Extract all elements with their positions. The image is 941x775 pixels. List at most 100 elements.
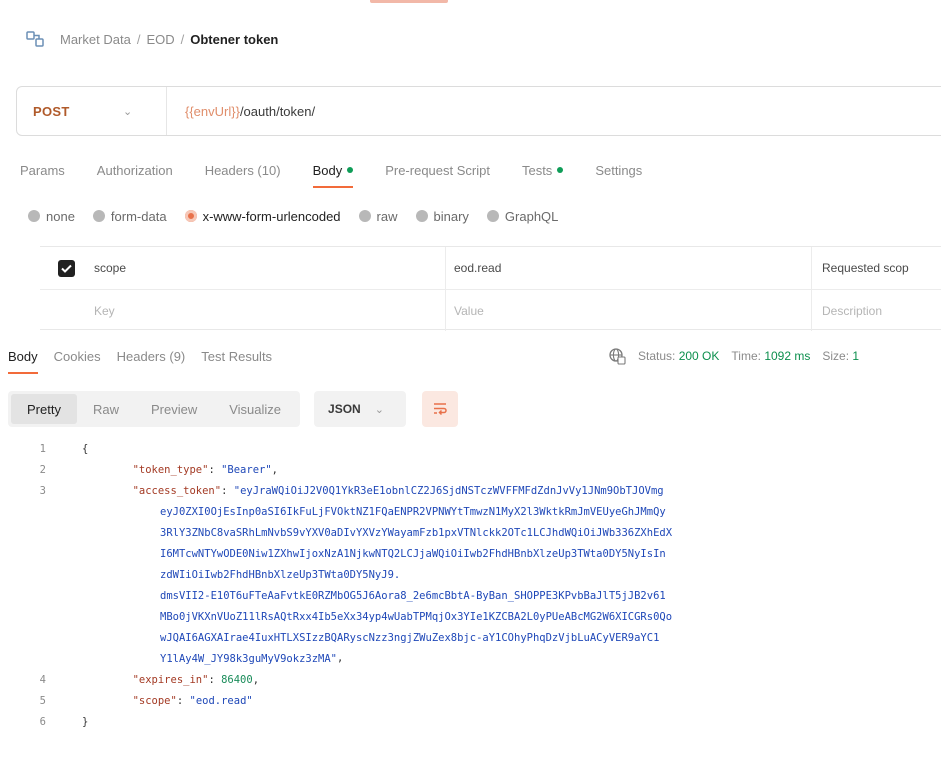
breadcrumb: Market Data / EOD / Obtener token bbox=[24, 26, 278, 52]
tab-tests[interactable]: Tests bbox=[521, 156, 564, 184]
tab-label: Pre-request Script bbox=[385, 162, 490, 178]
radio-graphql[interactable]: GraphQL bbox=[486, 208, 559, 224]
code-line: 1 { bbox=[0, 438, 941, 459]
globe-icon[interactable] bbox=[608, 347, 626, 365]
code-continuation: wJQAI6AGXAIrae4IuxHTLXSIzzBQARyscNzz3ngj… bbox=[160, 631, 660, 644]
radio-binary[interactable]: binary bbox=[415, 208, 469, 224]
param-key-cell[interactable]: scope bbox=[92, 247, 446, 289]
tab-settings[interactable]: Settings bbox=[595, 156, 642, 184]
table-row: scope eod.read Requested scop bbox=[40, 247, 941, 289]
json-key: "scope" bbox=[132, 694, 177, 707]
code-text: "expires_in": 86400, bbox=[132, 673, 260, 686]
method-label: POST bbox=[33, 103, 70, 119]
url-input[interactable]: {{envUrl}}/oauth/token/ bbox=[167, 104, 315, 119]
breadcrumb-item-eod[interactable]: EOD bbox=[146, 32, 174, 47]
response-status: Status: 200 OK Time: 1092 ms Size: 1 bbox=[608, 344, 871, 368]
line-number: 2 bbox=[39, 463, 46, 476]
radio-form-data[interactable]: form-data bbox=[92, 209, 167, 224]
code-text: } bbox=[82, 715, 89, 728]
response-body-code[interactable]: 1 { 2 "token_type": "Bearer", 3 "access_… bbox=[0, 438, 941, 732]
code-text: { bbox=[82, 442, 89, 455]
tab-label: Headers (10) bbox=[204, 162, 281, 178]
radio-icon bbox=[92, 210, 105, 222]
radio-label: x-www-form-urlencoded bbox=[202, 208, 341, 224]
radio-none[interactable]: none bbox=[28, 209, 75, 224]
tab-label: Authorization bbox=[96, 162, 173, 178]
tab-response-headers[interactable]: Headers (9) bbox=[117, 344, 186, 368]
checkmark-icon bbox=[57, 259, 75, 277]
json-number: 86400 bbox=[221, 673, 253, 686]
status-info: Status: 200 OK bbox=[638, 349, 719, 363]
code-text: "scope": "eod.read" bbox=[132, 694, 253, 707]
top-accent-bar bbox=[370, 0, 448, 3]
size-label: Size: bbox=[822, 349, 850, 363]
description-input[interactable]: Description bbox=[812, 304, 882, 318]
radio-label: binary bbox=[433, 208, 469, 224]
breadcrumb-item-market-data[interactable]: Market Data bbox=[60, 32, 131, 47]
wrap-lines-button[interactable] bbox=[422, 391, 459, 427]
line-number: 4 bbox=[39, 673, 46, 686]
tab-params[interactable]: Params bbox=[20, 156, 65, 184]
tab-body[interactable]: Body bbox=[312, 156, 354, 188]
row-checkbox[interactable] bbox=[40, 259, 92, 277]
tab-response-body[interactable]: Body bbox=[8, 344, 38, 374]
tab-authorization[interactable]: Authorization bbox=[97, 156, 173, 184]
radio-icon bbox=[415, 210, 428, 222]
json-key: "token_type" bbox=[132, 463, 209, 476]
line-number: 1 bbox=[39, 442, 46, 455]
radio-icon bbox=[358, 210, 371, 222]
code-continuation: Y1lAy4W_JY98k3guMyV9okz3zMA" bbox=[160, 652, 338, 665]
code-line: 2 "token_type": "Bearer", bbox=[0, 459, 941, 480]
table-row-empty: Key Value Description bbox=[40, 289, 941, 331]
size-value[interactable]: 1 bbox=[852, 349, 859, 363]
tab-label: Tests bbox=[521, 162, 553, 178]
time-value[interactable]: 1092 ms bbox=[764, 349, 810, 363]
json-key: "expires_in" bbox=[132, 673, 209, 686]
indicator-dot bbox=[347, 167, 354, 173]
param-description-cell[interactable]: Requested scop bbox=[812, 261, 909, 275]
page-title[interactable]: Obtener token bbox=[190, 32, 278, 47]
code-line: 4 "expires_in": 86400, bbox=[0, 669, 941, 690]
tab-pretty[interactable]: Pretty bbox=[11, 394, 77, 424]
tab-preview[interactable]: Preview bbox=[135, 394, 213, 424]
radio-icon bbox=[486, 210, 499, 222]
line-number: 3 bbox=[39, 484, 46, 497]
radio-raw[interactable]: raw bbox=[358, 208, 398, 224]
value-input[interactable]: Value bbox=[446, 290, 812, 331]
code-line: 6 } bbox=[0, 711, 941, 732]
url-path: /oauth/token/ bbox=[239, 103, 316, 119]
tab-raw[interactable]: Raw bbox=[77, 394, 135, 424]
code-line: 3 "access_token": "eyJraWQiOiJ2V0Q1YkR3e… bbox=[0, 480, 941, 501]
tab-cookies[interactable]: Cookies bbox=[54, 344, 101, 368]
json-string: "eyJraWQiOiJ2V0Q1YkR3eE1obnlCZ2J6SjdNSTc… bbox=[233, 484, 664, 497]
time-label: Time: bbox=[731, 349, 761, 363]
tab-pre-request-script[interactable]: Pre-request Script bbox=[385, 156, 490, 184]
indicator-dot bbox=[557, 167, 564, 173]
breadcrumb-separator: / bbox=[136, 31, 141, 47]
radio-label: GraphQL bbox=[504, 208, 559, 224]
radio-icon bbox=[28, 210, 40, 222]
code-continuation-last: Y1lAy4W_JY98k3guMyV9okz3zMA", bbox=[0, 648, 941, 669]
size-info: Size: 1 bbox=[822, 349, 859, 363]
tab-headers[interactable]: Headers (10) bbox=[205, 156, 281, 184]
code-continuation: dmsVII2-E10T6uFTeAaFvtkE0RZMbOG5J6Aora8_… bbox=[160, 589, 666, 602]
method-select[interactable]: POST ⌄ bbox=[17, 87, 167, 135]
param-value-cell[interactable]: eod.read bbox=[446, 247, 812, 289]
tab-test-results[interactable]: Test Results bbox=[201, 344, 272, 368]
status-label: Status: bbox=[638, 349, 676, 363]
line-number: 5 bbox=[39, 694, 46, 707]
status-value[interactable]: 200 OK bbox=[679, 349, 720, 363]
radio-x-www-form-urlencoded[interactable]: x-www-form-urlencoded bbox=[184, 208, 341, 224]
tab-label: Body bbox=[312, 162, 343, 178]
request-icon bbox=[24, 28, 46, 50]
radio-label: raw bbox=[376, 208, 398, 224]
line-number: 6 bbox=[39, 715, 46, 728]
chevron-down-icon: ⌄ bbox=[374, 403, 384, 416]
code-text: "access_token": "eyJraWQiOiJ2V0Q1YkR3eE1… bbox=[132, 484, 664, 497]
tab-label: Params bbox=[20, 162, 65, 178]
key-input[interactable]: Key bbox=[92, 290, 446, 331]
tab-visualize[interactable]: Visualize bbox=[213, 394, 297, 424]
code-continuation: zdWIiOiIwb2FhdHBnbXlzeUp3TWta0DY5NyJ9. bbox=[160, 568, 401, 581]
format-select[interactable]: JSON ⌄ bbox=[314, 391, 407, 427]
radio-selected-icon bbox=[184, 210, 197, 222]
